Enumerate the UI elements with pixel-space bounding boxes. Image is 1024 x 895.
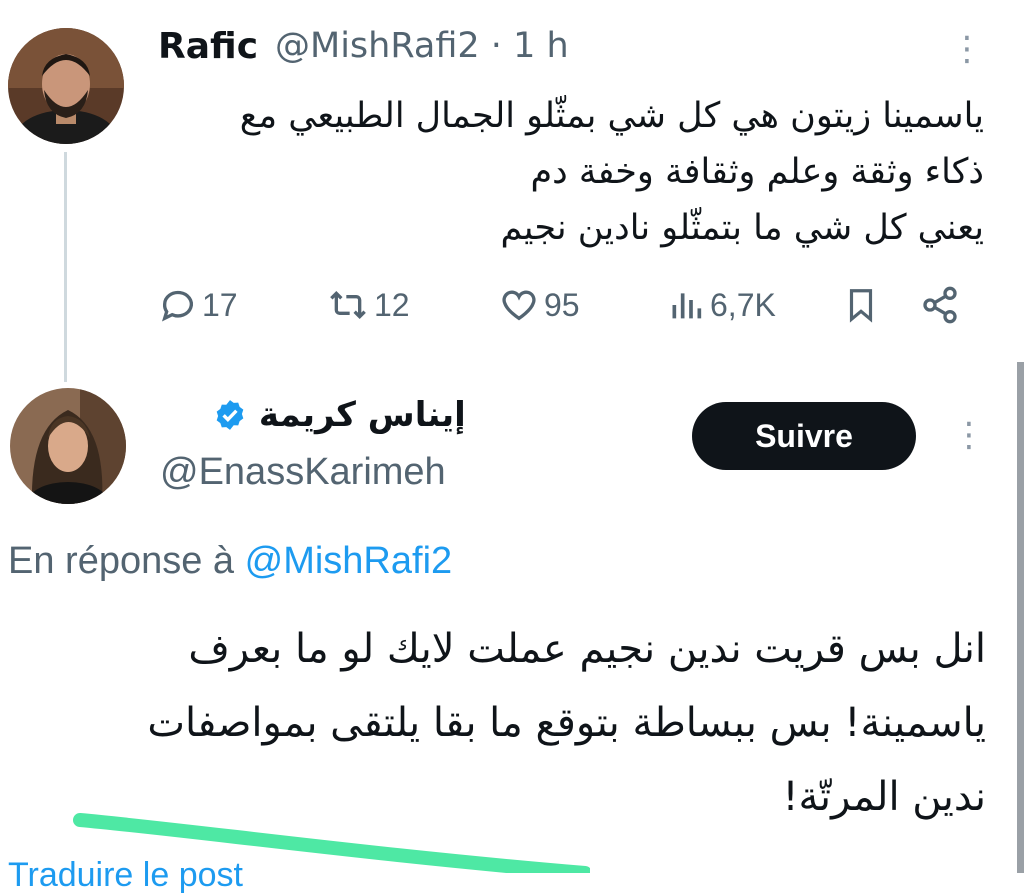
author-name: إيناس كريمة	[205, 395, 466, 435]
tweet-time[interactable]: 1 h	[513, 26, 569, 66]
tweet-text-line: ياسمينة! بس ببساطة بتوقع ما بقا يلتقى بم…	[147, 700, 986, 746]
tweet-meta: @MishRafi2 · 1 h	[275, 26, 569, 66]
avatar-enass[interactable]	[10, 388, 126, 504]
heart-icon	[502, 290, 536, 321]
reply-button[interactable]: 17	[158, 282, 238, 328]
retweet-button[interactable]: 12	[326, 282, 410, 328]
author-handle[interactable]: @EnassKarimeh	[160, 451, 446, 494]
follow-button[interactable]: Suivre	[692, 402, 916, 470]
author-name[interactable]: Rafic	[158, 26, 258, 67]
views-icon	[672, 293, 702, 319]
reply-count: 17	[202, 286, 238, 323]
thread-connector-line	[64, 152, 67, 382]
tweet-text: ياسمينا زيتون هي كل شي بمثّلو الجمال الط…	[144, 88, 984, 256]
highlight-stroke	[73, 813, 590, 873]
reply-icon	[161, 290, 193, 322]
reply-to-link[interactable]: @MishRafi2	[245, 540, 453, 582]
bookmark-button[interactable]	[842, 282, 884, 328]
avatar-rafic[interactable]	[8, 28, 124, 144]
like-count: 95	[544, 286, 580, 323]
separator-dot: ·	[490, 26, 502, 66]
tweet-text-line: يعني كل شي ما بتمثّلو نادين نجيم	[500, 208, 984, 248]
bookmark-icon	[849, 289, 873, 323]
author-handle[interactable]: @MishRafi2	[275, 26, 480, 66]
more-icon[interactable]: ⋮	[952, 418, 986, 452]
views-count: 6,7K	[710, 286, 776, 323]
retweet-icon	[330, 290, 366, 320]
reply-context: En réponse à @MishRafi2	[8, 540, 452, 583]
retweet-count: 12	[374, 286, 410, 323]
like-button[interactable]: 95	[498, 282, 580, 328]
reply-prefix: En réponse à	[8, 540, 235, 582]
verified-badge-icon	[216, 400, 244, 430]
tweet-text-line: ذكاء وثقة وعلم وثقافة وخفة دم	[530, 152, 984, 192]
share-icon	[923, 286, 957, 324]
views-button[interactable]: 6,7K	[666, 282, 776, 328]
tweet-text-line: انل بس قريت ندين نجيم عملت لايك لو ما بع…	[188, 626, 986, 672]
share-button[interactable]	[918, 282, 966, 328]
tweet-text-line: ياسمينا زيتون هي كل شي بمثّلو الجمال الط…	[239, 96, 984, 136]
more-icon[interactable]: ⋮	[950, 32, 984, 66]
scrollbar[interactable]	[1017, 362, 1024, 873]
author-name-text[interactable]: إيناس كريمة	[259, 395, 466, 435]
